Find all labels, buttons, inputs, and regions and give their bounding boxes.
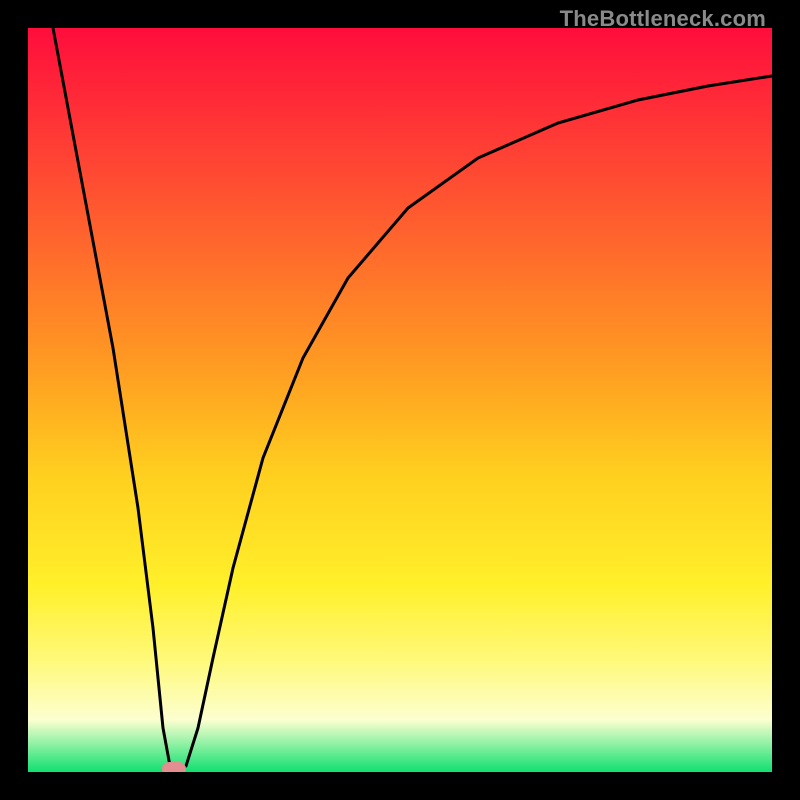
- chart-frame: TheBottleneck.com: [0, 0, 800, 800]
- watermark-text: TheBottleneck.com: [560, 6, 766, 32]
- minimum-marker: [162, 762, 186, 772]
- bottleneck-curve: [28, 28, 772, 772]
- plot-area: [28, 28, 772, 772]
